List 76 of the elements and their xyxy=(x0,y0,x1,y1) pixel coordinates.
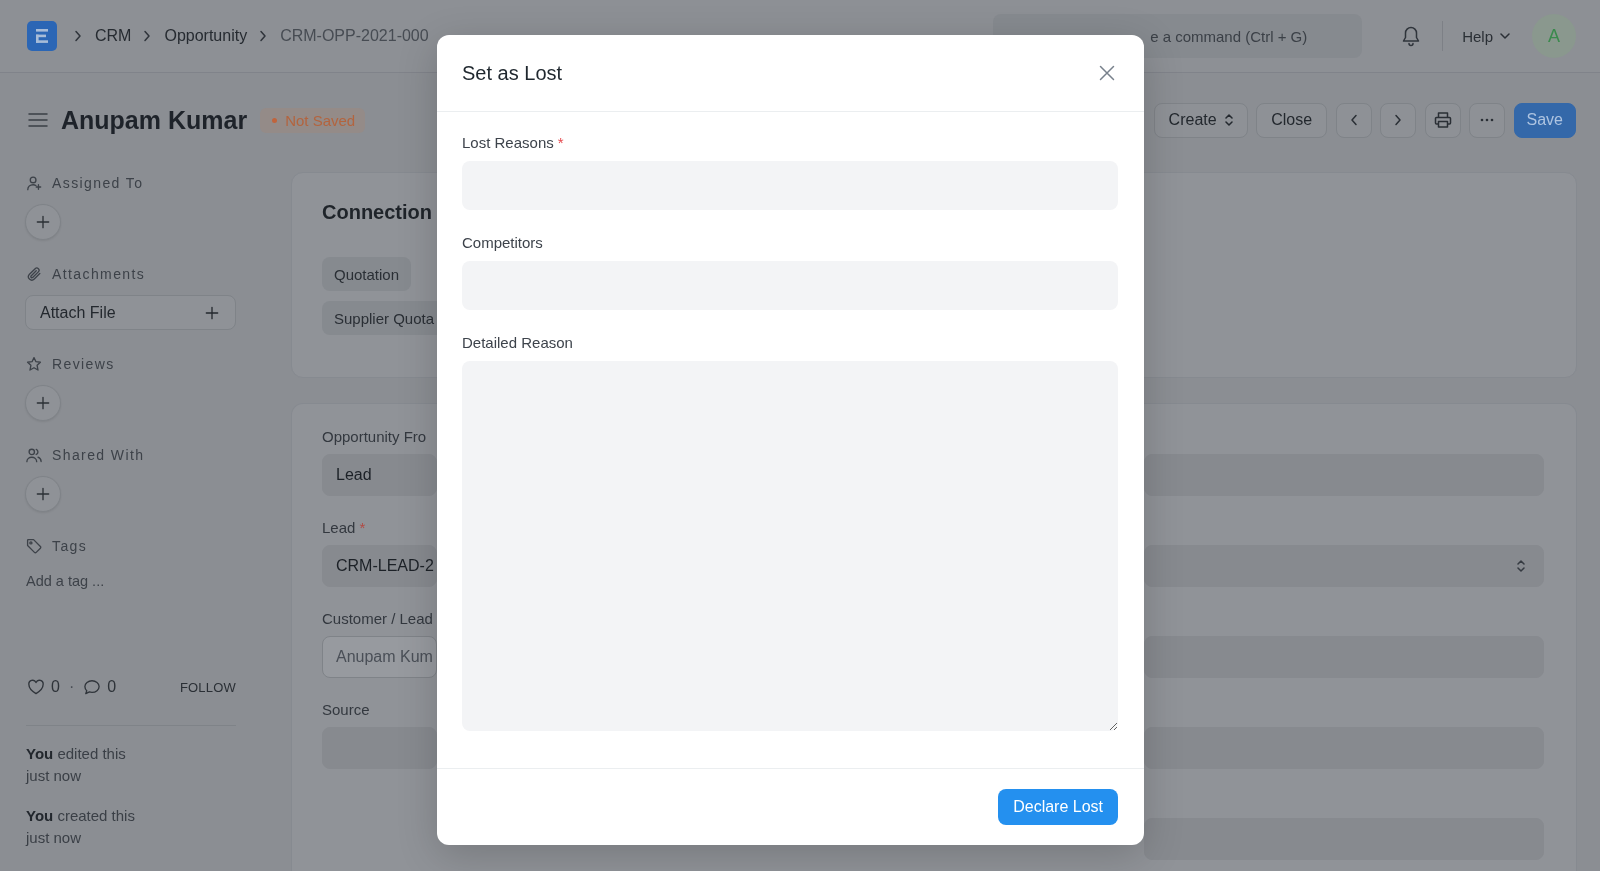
breadcrumb-link[interactable]: CRM-OPP-2021-000 xyxy=(280,27,429,45)
chevron-right-icon xyxy=(259,30,268,42)
user-plus-icon xyxy=(26,175,42,191)
add-button[interactable] xyxy=(25,476,61,512)
chevron-down-icon xyxy=(1500,33,1510,39)
dots-icon xyxy=(1480,118,1495,122)
comment-count: 0 xyxy=(107,678,117,696)
section-title: Shared With xyxy=(52,447,145,463)
menu-icon[interactable] xyxy=(28,112,48,128)
print-button[interactable] xyxy=(1424,102,1461,138)
status-dot-icon xyxy=(272,117,278,123)
text-area[interactable] xyxy=(462,361,1118,731)
field-label: Competitors xyxy=(462,234,543,252)
separator-text: · xyxy=(68,678,75,696)
next-button[interactable] xyxy=(1380,102,1417,138)
add-button[interactable] xyxy=(25,204,61,240)
follow-link[interactable]: FOLLOW xyxy=(179,679,236,695)
connection-link[interactable]: Quotation xyxy=(322,257,412,291)
printer-icon xyxy=(1433,111,1452,129)
chevron-right-icon xyxy=(74,30,82,42)
declare-lost-button[interactable]: Declare Lost xyxy=(998,789,1118,825)
input-field[interactable] xyxy=(1144,636,1544,678)
more-button[interactable] xyxy=(1469,102,1506,138)
plus-icon xyxy=(36,215,50,229)
field-label: Opportunity Fro xyxy=(322,428,427,446)
plus-icon xyxy=(36,487,50,501)
input-field[interactable] xyxy=(1144,454,1544,496)
chevron-right-icon xyxy=(143,30,152,42)
previous-button[interactable] xyxy=(1335,102,1372,138)
bell-icon[interactable] xyxy=(1401,25,1422,47)
field-label: Detailed Reason xyxy=(462,334,573,352)
close-icon[interactable] xyxy=(1099,65,1115,81)
add-button[interactable] xyxy=(25,385,61,421)
add-tag-link[interactable]: Add a tag ... xyxy=(26,573,105,589)
section-title: Attachments xyxy=(52,266,146,282)
status-text: Not Saved xyxy=(285,111,356,129)
input-field[interactable]: Anupam Kum xyxy=(322,636,437,678)
input-field[interactable] xyxy=(1144,727,1544,769)
up-down-chevron-icon xyxy=(1224,113,1233,127)
plus-icon xyxy=(36,396,50,410)
tag-icon xyxy=(26,538,42,554)
chevron-right-icon xyxy=(1394,114,1403,126)
users-icon xyxy=(26,447,42,463)
field-label: Customer / Lead xyxy=(322,610,433,628)
input-field[interactable] xyxy=(322,727,437,769)
create-button[interactable]: Create xyxy=(1153,102,1248,138)
section-title: Reviews xyxy=(52,356,115,372)
dialog-title: Set as Lost xyxy=(462,61,563,85)
field-label: Lead * xyxy=(322,519,366,537)
chevron-left-icon xyxy=(1349,114,1358,126)
field-label: Source xyxy=(322,701,370,719)
comment-icon[interactable] xyxy=(83,679,102,695)
timeline-entry: You edited this just now xyxy=(26,744,127,786)
plus-icon xyxy=(205,305,219,320)
select-field[interactable] xyxy=(1144,545,1544,587)
page-title: Anupam Kumar xyxy=(61,105,248,135)
input-field[interactable] xyxy=(1144,818,1544,860)
heart-icon[interactable] xyxy=(27,679,45,695)
star-icon xyxy=(26,356,42,372)
section-title: Assigned To xyxy=(52,175,144,191)
save-button[interactable]: Save xyxy=(1513,102,1576,138)
timeline-entry: You created this just now xyxy=(26,806,136,848)
logo-icon[interactable] xyxy=(27,21,57,51)
breadcrumb-link[interactable]: CRM xyxy=(95,27,132,45)
field-label: Lost Reasons * xyxy=(462,134,564,152)
connections-heading: Connection xyxy=(322,200,432,224)
help-menu[interactable]: Help xyxy=(1462,27,1510,45)
like-count: 0 xyxy=(51,678,60,696)
input-field[interactable]: CRM-LEAD-2 xyxy=(322,545,437,587)
close-document-button[interactable]: Close xyxy=(1256,102,1328,138)
section-title: Tags xyxy=(52,538,88,554)
attach-file-button[interactable]: Attach File xyxy=(25,295,236,330)
input-field[interactable]: Lead xyxy=(322,454,437,496)
up-down-chevron-icon xyxy=(1517,559,1525,573)
breadcrumb-link[interactable]: Opportunity xyxy=(164,27,248,45)
paperclip-icon xyxy=(26,266,42,282)
